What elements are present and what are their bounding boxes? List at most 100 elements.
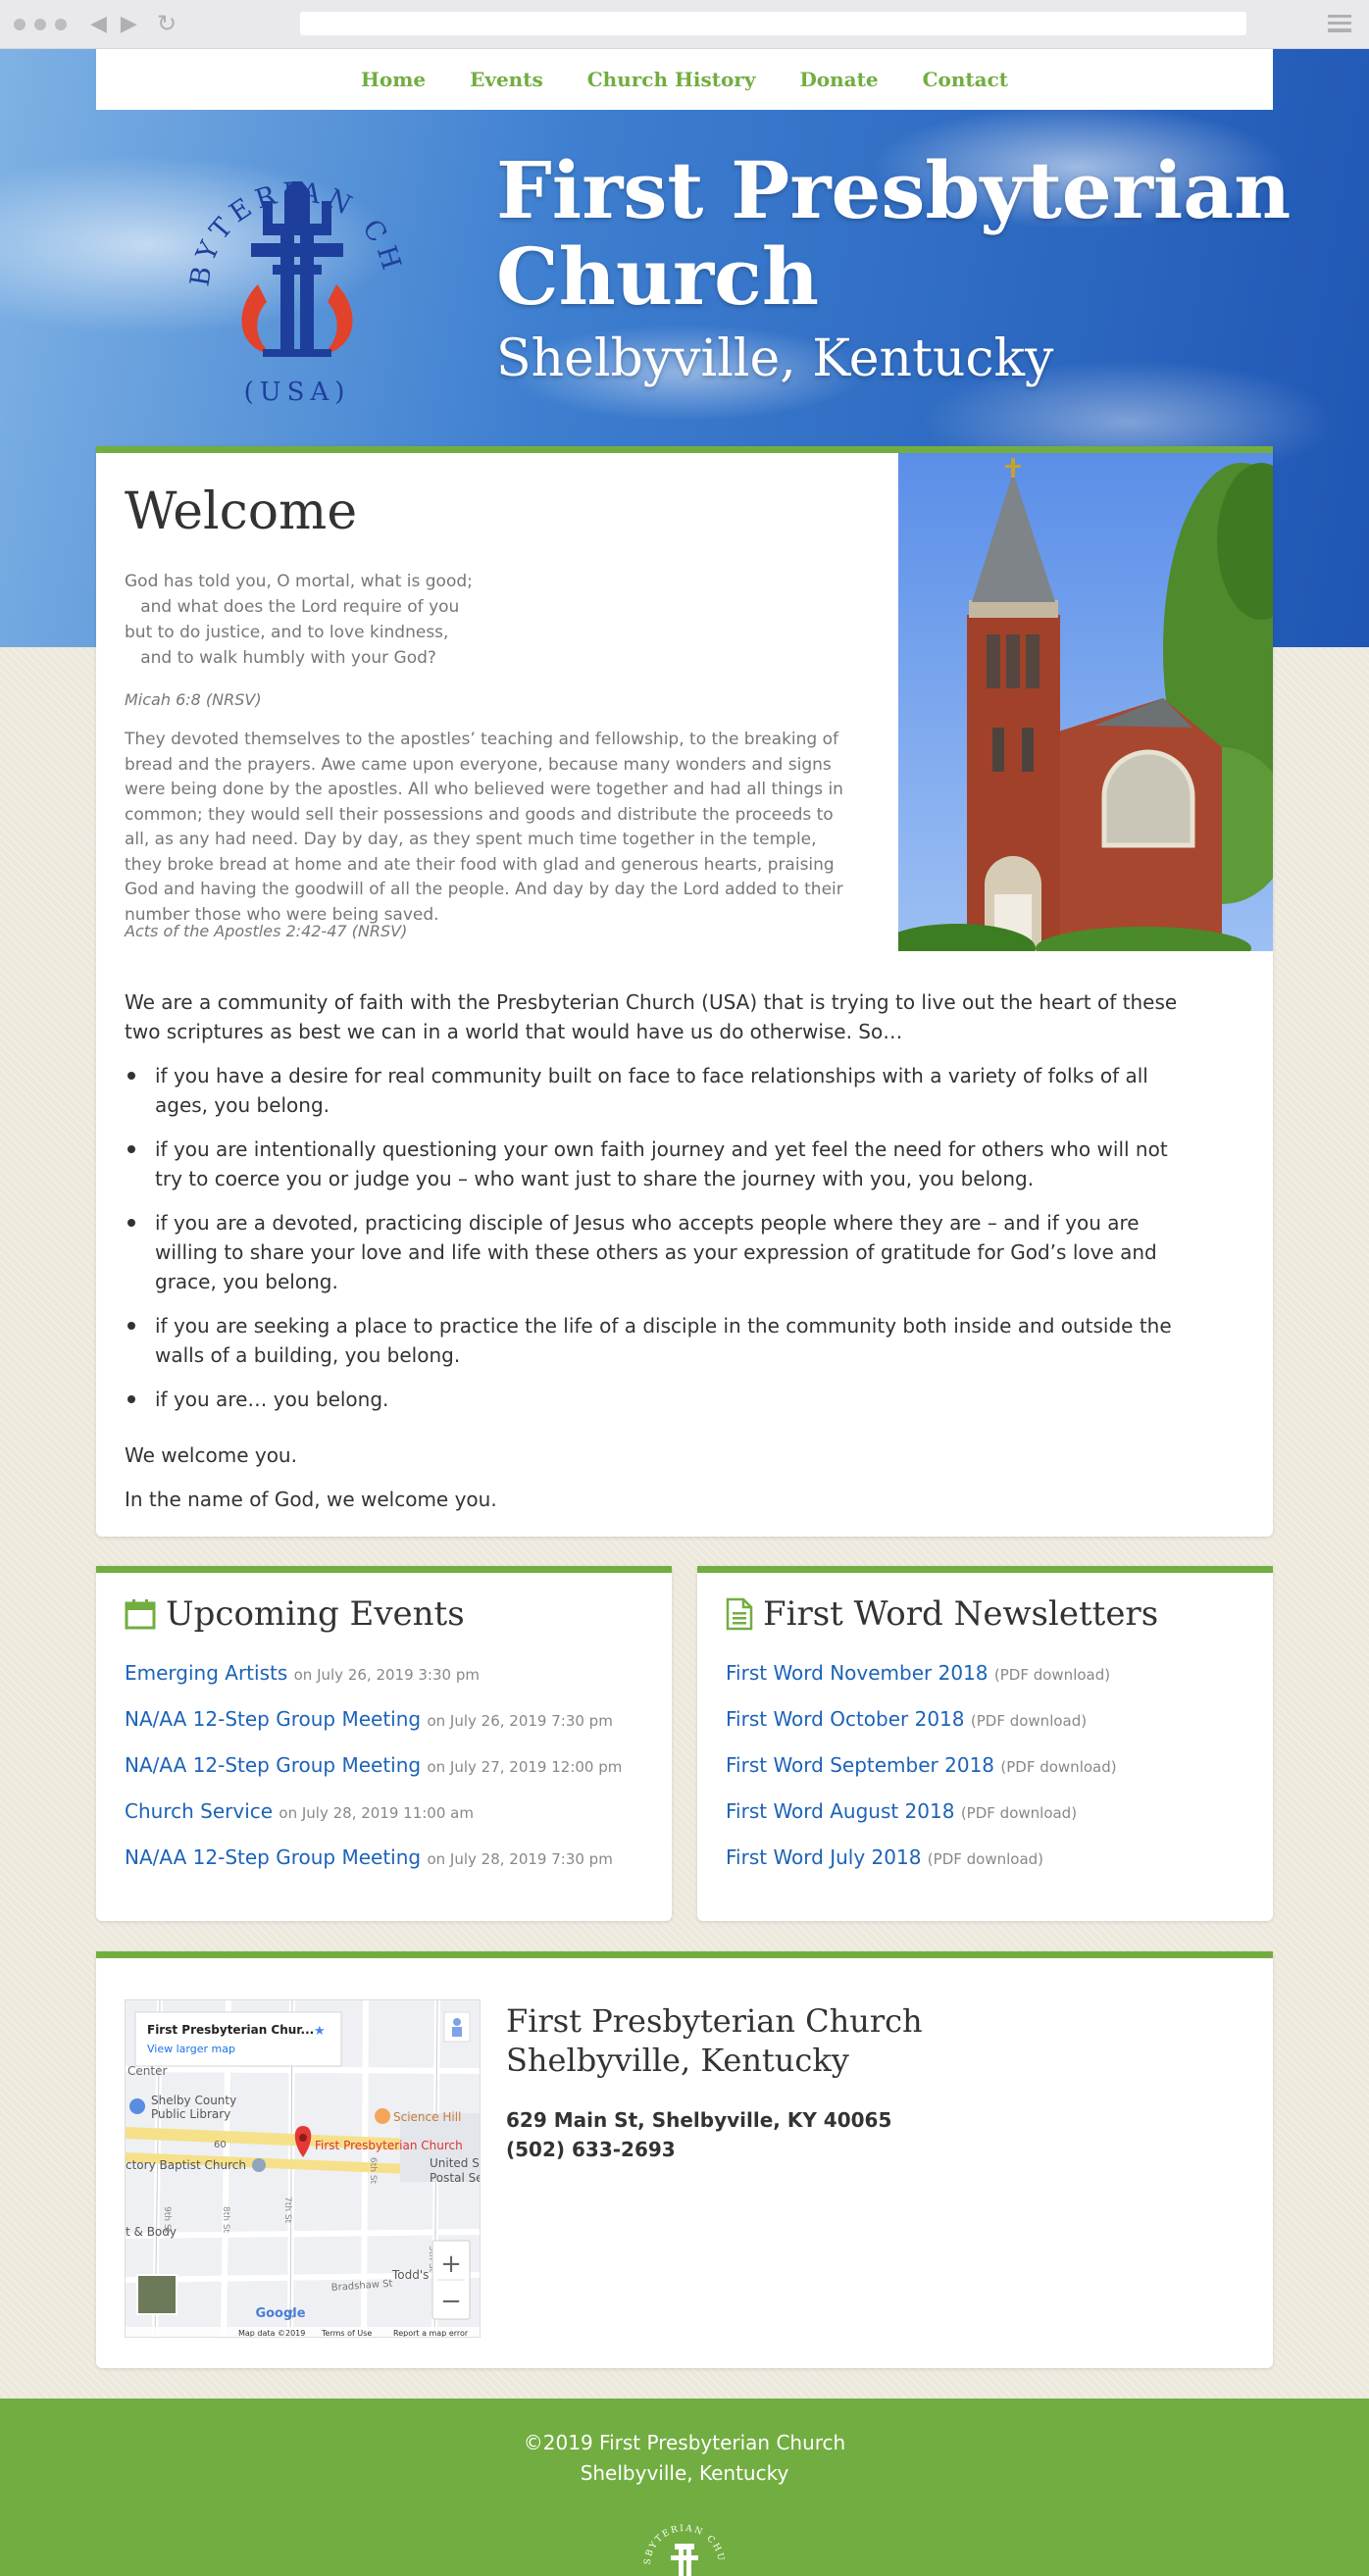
closing-line-2: In the name of God, we welcome you. [125,1488,497,1511]
event-link[interactable]: Church Service [125,1799,273,1823]
event-date: on July 28, 2019 7:30 pm [427,1850,613,1868]
list-item: NA/AA 12-Step Group Meeting on July 27, … [125,1753,654,1799]
map-canvas[interactable]: First Presbyterian Chur... ★ View larger… [126,2000,481,2338]
map-label-church: First Presbyterian Church [315,2139,463,2152]
footer-copyright: ©2019 First Presbyterian Church [523,2431,846,2454]
events-title: Upcoming Events [166,1594,465,1634]
event-link[interactable]: NA/AA 12-Step Group Meeting [125,1707,421,1731]
nav-home[interactable]: Home [361,68,426,91]
footer-logo: PRESBYTERIAN CHURCH [635,2506,724,2576]
newsletter-link[interactable]: First Word September 2018 [726,1753,994,1777]
church-place-icon [252,2158,266,2172]
closing-line-1: We welcome you. [125,1443,297,1467]
location-panel: First Presbyterian Chur... ★ View larger… [96,1951,1273,2368]
list-item: if you are seeking a place to practice t… [127,1311,1175,1370]
close-dot[interactable] [14,19,25,30]
map-route-label: 60 [214,2140,227,2150]
logo-usa-text: (USA) [244,378,351,407]
nav-donate[interactable]: Donate [799,68,878,91]
site-title: First Presbyterian Church [496,144,1292,323]
maximize-dot[interactable] [55,19,67,30]
library-icon [129,2098,145,2114]
church-photo [898,453,1273,951]
left-flame-icon [241,284,273,355]
cross-icon [251,181,343,357]
back-icon[interactable]: ◀ [90,12,107,36]
map-label-baptist: ctory Baptist Church [126,2158,246,2172]
map-label-library: Public Library [151,2107,230,2121]
window-controls [14,19,67,30]
map-street-label: 6th St [368,2157,378,2185]
upcoming-events-panel: Upcoming Events Emerging Artists on July… [96,1566,672,1921]
events-list: Emerging Artists on July 26, 2019 3:30 p… [125,1661,654,1892]
verse-line: God has told you, O mortal, what is good… [125,572,473,591]
site-footer: ©2019 First Presbyterian Church Shelbyvi… [0,2399,1369,2576]
micah-verse: God has told you, O mortal, what is good… [125,569,473,671]
list-item: NA/AA 12-Step Group Meeting on July 26, … [125,1707,654,1753]
report-map-error-link[interactable]: Report a map error [393,2329,469,2338]
location-title-line: Shelbyville, Kentucky [506,2042,849,2079]
site-subtitle: Shelbyville, Kentucky [496,329,1054,388]
acts-citation: Acts of the Apostles 2:42-47 (NRSV) [125,922,408,940]
welcome-panel: Welcome God has told you, O mortal, what… [96,446,1273,1537]
zoom-in-button[interactable]: + [440,2249,462,2279]
list-item: Emerging Artists on July 26, 2019 3:30 p… [125,1661,654,1707]
school-icon [375,2108,390,2124]
list-item: if you are… you belong. [127,1385,1175,1414]
pdf-note: (PDF download) [960,1804,1078,1822]
intro-paragraph: We are a community of faith with the Pre… [125,990,1178,1043]
newsletters-panel: First Word Newsletters First Word Novemb… [697,1566,1273,1921]
nav-contact[interactable]: Contact [923,68,1008,91]
verse-line: and to walk humbly with your God? [125,648,436,668]
map-label-science-hill: Science Hill [393,2110,461,2124]
satellite-toggle[interactable] [136,2274,177,2315]
newsletters-title: First Word Newsletters [763,1594,1159,1634]
belonging-list: if you have a desire for real community … [127,1061,1175,1429]
pdf-note: (PDF download) [1000,1758,1117,1776]
terms-of-use-link[interactable]: Terms of Use [321,2329,372,2338]
list-item: NA/AA 12-Step Group Meeting on July 28, … [125,1845,654,1892]
street-address: 629 Main St, Shelbyville, KY 40065 [506,2108,892,2132]
newsletter-link[interactable]: First Word July 2018 [726,1845,921,1869]
list-item: First Word November 2018 (PDF download) [726,1661,1255,1707]
event-date: on July 28, 2019 11:00 am [279,1804,474,1822]
reload-icon[interactable]: ↻ [157,10,177,37]
phone-number[interactable]: (502) 633-2693 [506,2135,891,2164]
embedded-map[interactable]: First Presbyterian Chur... ★ View larger… [125,1999,481,2338]
forward-icon[interactable]: ▶ [121,12,137,36]
event-link[interactable]: Emerging Artists [125,1661,287,1685]
view-larger-map-link[interactable]: View larger map [147,2043,235,2055]
newsletter-link[interactable]: First Word November 2018 [726,1661,989,1685]
event-link[interactable]: NA/AA 12-Step Group Meeting [125,1845,421,1869]
pcusa-logo[interactable]: PRESBYTERIAN CHURCH (USA) [165,137,430,412]
star-icon[interactable]: ★ [314,2024,326,2039]
verse-line: and what does the Lord require of you [125,597,460,617]
nav-church-history[interactable]: Church History [587,68,756,91]
newsletter-link[interactable]: First Word August 2018 [726,1799,954,1823]
list-item: First Word July 2018 (PDF download) [726,1845,1255,1892]
newsletters-list: First Word November 2018 (PDF download) … [726,1661,1255,1892]
calendar-icon [125,1599,156,1630]
footer-cross-icon [671,2544,698,2576]
document-icon [726,1597,753,1631]
newsletter-link[interactable]: First Word October 2018 [726,1707,965,1731]
map-label-post-office: United Sta [430,2156,481,2170]
list-item: if you are a devoted, practicing discipl… [127,1208,1175,1296]
minimize-dot[interactable] [34,19,46,30]
map-label-library: Shelby County [151,2094,236,2107]
browser-chrome: ◀ ▶ ↻ [0,0,1369,49]
address-bar[interactable] [300,12,1246,35]
hamburger-menu-icon[interactable] [1328,15,1351,32]
right-flame-icon [322,284,353,355]
welcome-heading: Welcome [125,482,358,541]
zoom-out-button[interactable]: − [440,2287,462,2316]
nav-events[interactable]: Events [470,68,543,91]
map-card-title: First Presbyterian Chur... [147,2023,314,2037]
event-link[interactable]: NA/AA 12-Step Group Meeting [125,1753,421,1777]
map-data-text: Map data ©2019 [238,2329,305,2338]
map-label-center: Center [127,2064,167,2078]
google-logo: Google [255,2306,305,2321]
pdf-note: (PDF download) [970,1712,1088,1730]
list-item: if you have a desire for real community … [127,1061,1175,1120]
event-date: on July 27, 2019 12:00 pm [427,1758,623,1776]
